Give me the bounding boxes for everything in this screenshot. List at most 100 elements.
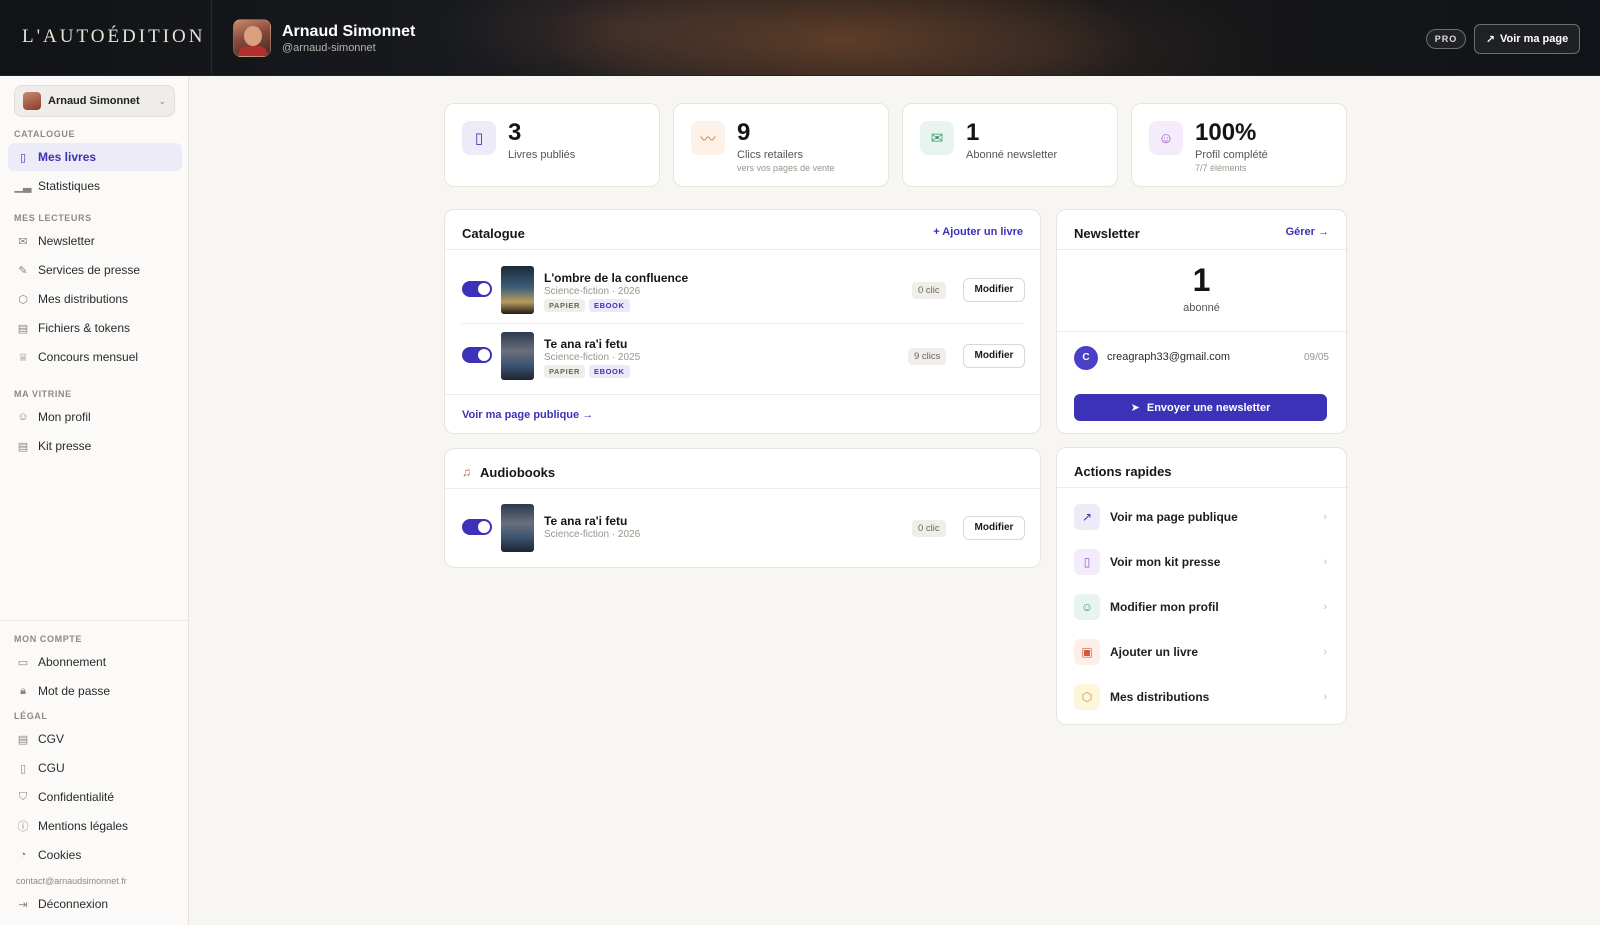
music-note-icon: ♫	[462, 465, 471, 479]
sidebar-item-mentions[interactable]: ⓘ Mentions légales	[8, 812, 182, 840]
public-page-link[interactable]: Voir ma page publique →	[462, 409, 593, 421]
chevron-right-icon: ›	[1323, 511, 1327, 523]
manage-newsletter-link[interactable]: Gérer →	[1286, 226, 1329, 238]
view-my-page-button[interactable]: ↗ Voir ma page	[1474, 24, 1580, 54]
contact-email[interactable]: contact@arnaudsimonnet.fr	[16, 876, 127, 886]
sidebar-item-concours[interactable]: ♕ Concours mensuel	[8, 343, 182, 371]
sidebar-item-kit-presse[interactable]: ▤ Kit presse	[8, 432, 182, 460]
book-visibility-toggle[interactable]	[462, 281, 492, 297]
stat-sub: 7/7 éléments	[1195, 163, 1247, 173]
sidebar-item-mes-livres[interactable]: ▯ Mes livres	[8, 143, 182, 171]
section-label-lecteurs: MES LECTEURS	[14, 213, 92, 223]
sidebar: Arnaud Simonnet ⌄ CATALOGUE ▯ Mes livres …	[0, 76, 189, 925]
book-cover	[501, 332, 534, 380]
send-newsletter-label: Envoyer une newsletter	[1146, 401, 1271, 414]
quick-action-public-page[interactable]: ↗ Voir ma page publique ›	[1074, 502, 1327, 532]
account-switcher[interactable]: Arnaud Simonnet ⌄	[14, 85, 175, 117]
quick-actions-panel: Actions rapides ↗ Voir ma page publique …	[1056, 447, 1348, 725]
chevron-right-icon: ›	[1323, 646, 1327, 658]
clicks-badge: 0 clic	[912, 282, 946, 299]
audiobook-visibility-toggle[interactable]	[462, 519, 492, 535]
sidebar-divider	[0, 620, 189, 621]
shield-icon: ⛉	[18, 790, 28, 803]
stat-sub: vers vos pages de vente	[737, 163, 835, 173]
sidebar-item-newsletter[interactable]: ✉ Newsletter	[8, 227, 182, 255]
format-tag-papier: PAPIER	[544, 365, 585, 378]
profile-name: Arnaud Simonnet	[282, 23, 416, 40]
edit-book-button[interactable]: Modifier	[963, 344, 1025, 368]
sidebar-item-label: Services de presse	[38, 263, 141, 277]
sidebar-item-label: Mes distributions	[38, 292, 129, 306]
book-title[interactable]: L'ombre de la confluence	[544, 271, 688, 285]
sidebar-item-mot-de-passe[interactable]: 🔒︎ Mot de passe	[8, 677, 182, 705]
quick-action-label: Voir mon kit presse	[1110, 555, 1221, 569]
trophy-icon: ♕	[18, 351, 28, 364]
send-newsletter-button[interactable]: ➤ Envoyer une newsletter	[1074, 394, 1327, 421]
pen-icon: ✎	[18, 264, 28, 277]
activity-icon: 〰	[691, 121, 725, 155]
sidebar-item-confidentialite[interactable]: ⛉ Confidentialité	[8, 783, 182, 811]
quick-action-press-kit[interactable]: ▯ Voir mon kit presse ›	[1074, 547, 1327, 577]
subscriber-date: 09/05	[1303, 352, 1329, 363]
edit-book-button[interactable]: Modifier	[963, 278, 1025, 302]
stat-card-clicks: 〰 9 Clics retailers vers vos pages de ve…	[673, 103, 889, 187]
sidebar-item-fichiers[interactable]: ▤ Fichiers & tokens	[8, 314, 182, 342]
newsletter-title: Newsletter	[1074, 226, 1140, 241]
sidebar-item-distributions[interactable]: ⬡ Mes distributions	[8, 285, 182, 313]
info-icon: ⓘ	[17, 821, 29, 833]
format-tag-ebook: EBOOK	[589, 299, 630, 312]
quick-action-distributions[interactable]: ⬡ Mes distributions ›	[1074, 682, 1327, 712]
book-icon: ▯	[462, 121, 496, 155]
sidebar-item-abonnement[interactable]: ▭ Abonnement	[8, 648, 182, 676]
header-divider	[211, 0, 212, 75]
logout-button[interactable]: ⇥ Déconnexion	[8, 890, 182, 918]
quick-action-add-book[interactable]: ▣ Ajouter un livre ›	[1074, 637, 1327, 667]
sidebar-item-profil[interactable]: ☺ Mon profil	[8, 403, 182, 431]
divider	[445, 249, 1042, 250]
subscriber-avatar: C	[1074, 346, 1098, 370]
subscriber-unit: abonné	[1183, 302, 1220, 314]
sidebar-item-label: Fichiers & tokens	[38, 321, 131, 335]
quick-action-label: Voir ma page publique	[1110, 510, 1238, 524]
sidebar-item-cookies[interactable]: ◔ Cookies	[8, 841, 182, 869]
sidebar-item-services-presse[interactable]: ✎ Services de presse	[8, 256, 182, 284]
stat-value: 1	[966, 119, 980, 146]
cookie-icon: ◔	[19, 849, 27, 861]
subscriber-count: 1	[1192, 262, 1211, 298]
book-meta: Science-fiction · 2026	[544, 286, 641, 297]
book-plus-icon: ▣	[1074, 639, 1100, 665]
book-row: L'ombre de la confluence Science-fiction…	[445, 258, 1040, 324]
subscriber-email: creagraph33@gmail.com	[1107, 351, 1231, 363]
sidebar-item-cgu[interactable]: ▯ CGU	[8, 754, 182, 782]
add-book-link[interactable]: + Ajouter un livre	[933, 226, 1023, 238]
document-icon: ▤	[17, 440, 29, 453]
sidebar-item-label: CGV	[38, 732, 65, 746]
sidebar-item-statistiques[interactable]: ▁▃ Statistiques	[8, 172, 182, 200]
quick-action-label: Ajouter un livre	[1110, 645, 1199, 659]
brand-logo[interactable]: L'AUTOÉDITION	[22, 26, 206, 48]
format-tag-papier: PAPIER	[544, 299, 585, 312]
book-icon: ▯	[19, 151, 27, 164]
audiobook-cover	[501, 504, 534, 552]
book-title[interactable]: Te ana ra'i fetu	[544, 337, 627, 351]
audiobooks-panel: ♫ Audiobooks Te ana ra'i fetu Science-fi…	[444, 448, 1042, 568]
quick-action-edit-profile[interactable]: ☺ Modifier mon profil ›	[1074, 592, 1327, 622]
audiobook-title[interactable]: Te ana ra'i fetu	[544, 514, 627, 528]
sidebar-item-cgv[interactable]: ▤ CGV	[8, 725, 182, 753]
stat-card-newsletter: ✉ 1 Abonné newsletter	[902, 103, 1118, 187]
edit-audiobook-button[interactable]: Modifier	[963, 516, 1025, 540]
credit-card-icon: ▭	[17, 656, 29, 669]
profile-avatar	[233, 19, 271, 57]
logout-icon: ⇥	[18, 898, 28, 911]
catalogue-title: Catalogue	[462, 226, 525, 241]
section-label-legal: LÉGAL	[14, 711, 48, 721]
document-icon: ▯	[1074, 549, 1100, 575]
book-row: Te ana ra'i fetu Science-fiction · 2025 …	[445, 324, 1040, 390]
user-icon: ☺	[17, 411, 29, 423]
chevron-right-icon: ›	[1323, 691, 1327, 703]
top-header: L'AUTOÉDITION Arnaud Simonnet @arnaud-si…	[0, 0, 1600, 76]
book-visibility-toggle[interactable]	[462, 347, 492, 363]
external-link-icon: ↗	[1074, 504, 1100, 530]
package-icon: ⬡	[1074, 684, 1100, 710]
sidebar-item-label: Abonnement	[38, 655, 107, 669]
